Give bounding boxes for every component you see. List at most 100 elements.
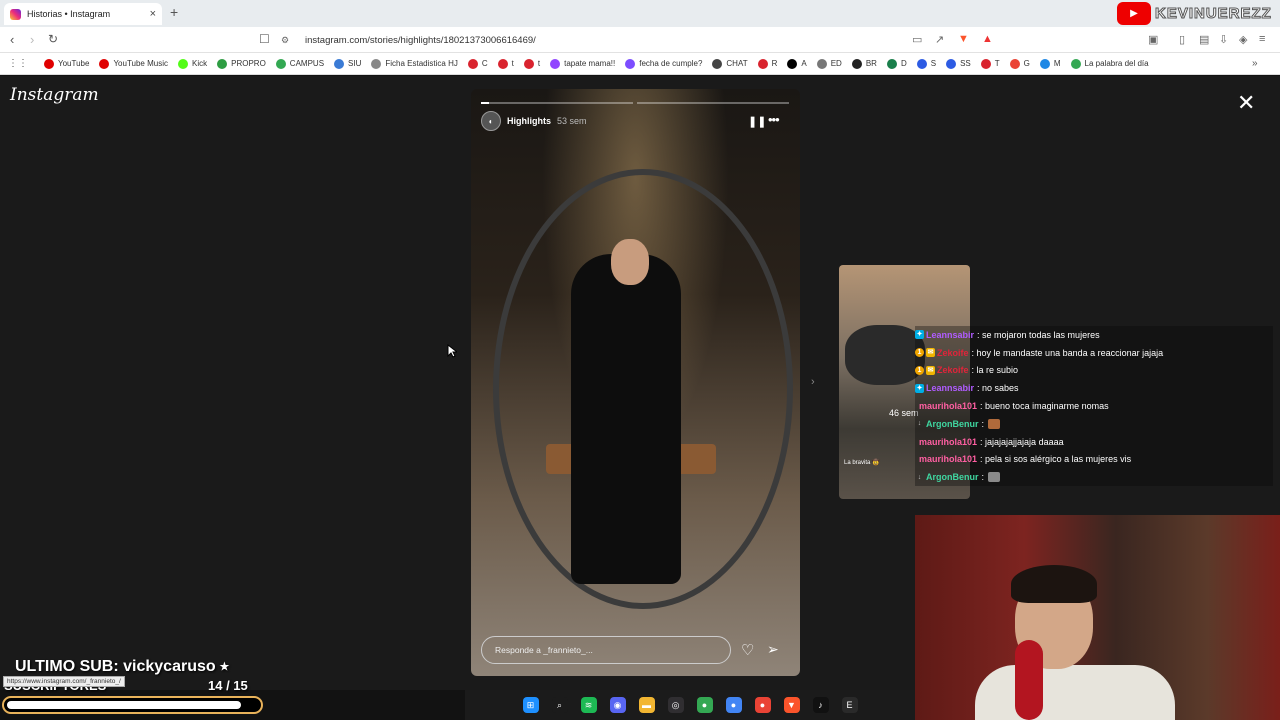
heart-icon[interactable]: ♡ bbox=[741, 641, 754, 659]
address-bar[interactable]: ⚙ instagram.com/stories/highlights/18021… bbox=[281, 30, 998, 50]
wallet-icon[interactable]: ▤ bbox=[1199, 33, 1209, 46]
bookmarks-overflow-icon[interactable]: » bbox=[1252, 58, 1258, 69]
gift-badge-icon: 1 bbox=[915, 365, 924, 375]
send-icon[interactable]: ➢ bbox=[767, 641, 779, 658]
tab-instagram[interactable]: Historias • Instagram × bbox=[4, 3, 162, 25]
bookmark-favicon-icon bbox=[851, 58, 862, 69]
bookmark-item[interactable]: YouTube Music bbox=[99, 58, 168, 69]
bookmark-item[interactable]: BR bbox=[851, 58, 877, 69]
bookmark-item[interactable]: SS bbox=[946, 58, 971, 69]
back-icon[interactable]: ‹ bbox=[10, 32, 14, 47]
close-story-icon[interactable]: ✕ bbox=[1237, 90, 1255, 116]
bookmark-item[interactable]: YouTube bbox=[44, 58, 89, 69]
pause-icon[interactable]: ❚❚ bbox=[748, 115, 766, 128]
bookmark-item[interactable]: R bbox=[757, 58, 777, 69]
bookmark-item[interactable]: t bbox=[497, 58, 514, 69]
bookmark-label: La palabra del día bbox=[1084, 59, 1149, 68]
tiktok-icon[interactable]: ♪ bbox=[812, 697, 829, 713]
chat-text: : bbox=[981, 472, 985, 483]
bookmark-page-icon[interactable]: ☐ bbox=[259, 32, 270, 46]
bookmark-item[interactable]: T bbox=[980, 58, 1000, 69]
chat-message: 1 ✉ Zekoife: hoy le mandaste una banda a r… bbox=[915, 344, 1273, 362]
obs-icon[interactable]: ◎ bbox=[667, 697, 684, 713]
chat-text: : pela si sos alérgico a las mujeres vis bbox=[980, 454, 1132, 465]
chrome-alt-icon[interactable]: ● bbox=[725, 697, 742, 713]
subs-goal-fill bbox=[7, 701, 242, 709]
share-icon[interactable]: ↗ bbox=[935, 33, 944, 46]
chat-message: ✦ Leannsabir: no sabes bbox=[915, 379, 1273, 397]
next-story-icon[interactable]: › bbox=[811, 376, 815, 388]
bookmark-favicon-icon bbox=[334, 58, 345, 69]
menu-icon[interactable]: ≡ bbox=[1259, 33, 1265, 45]
brave-icon[interactable]: ▼ bbox=[783, 697, 800, 713]
prime-badge-icon: ✦ bbox=[915, 330, 924, 340]
spotify-icon[interactable]: ≋ bbox=[580, 697, 597, 713]
windows-start-icon[interactable]: ⊞ bbox=[522, 697, 539, 713]
epic-games-icon[interactable]: E bbox=[841, 697, 858, 713]
bookmark-item[interactable]: CAMPUS bbox=[275, 58, 324, 69]
bookmark-item[interactable]: tapate mama!! bbox=[550, 58, 615, 69]
story-progress-segment-1 bbox=[481, 102, 633, 104]
avatar[interactable]: ◐ bbox=[481, 111, 501, 131]
forward-icon[interactable]: › bbox=[30, 32, 34, 47]
bookmark-item[interactable]: C bbox=[467, 58, 488, 69]
site-info-icon[interactable]: ⚙ bbox=[281, 35, 291, 46]
chat-message: maurihola101: pela si sos alérgico a las… bbox=[915, 451, 1273, 469]
bookmark-label: t bbox=[511, 59, 514, 68]
cast-icon[interactable]: ▭ bbox=[912, 33, 922, 46]
bookmark-label: D bbox=[900, 59, 907, 68]
bookmarks-bar: ⋮⋮ YouTube YouTube Music Kick PROPRO CAMPUS S… bbox=[0, 53, 1280, 75]
bookmark-item[interactable]: G bbox=[1009, 58, 1030, 69]
bookmark-item[interactable]: CHAT bbox=[712, 58, 748, 69]
bookmark-favicon-icon bbox=[371, 58, 382, 69]
bookmark-item[interactable]: Ficha Estadistica HJ bbox=[371, 58, 458, 69]
bookmark-item[interactable]: La palabra del día bbox=[1070, 58, 1149, 69]
more-options-icon[interactable]: ••• bbox=[768, 112, 780, 127]
bookmark-favicon-icon bbox=[178, 58, 188, 69]
bookmark-item[interactable]: Kick bbox=[178, 58, 207, 69]
sub-badge-icon: ✉ bbox=[926, 365, 935, 375]
bookmark-label: G bbox=[1023, 59, 1030, 68]
tab-close-icon[interactable]: × bbox=[150, 8, 156, 20]
bookmark-favicon-icon bbox=[99, 58, 110, 69]
bookmark-item[interactable]: A bbox=[787, 58, 807, 69]
bookmark-item[interactable]: D bbox=[886, 58, 907, 69]
bookmark-item[interactable]: fecha de cumple? bbox=[625, 58, 702, 69]
brave-rewards-icon[interactable]: ▲ bbox=[982, 33, 993, 45]
story-frame[interactable]: ◐ Highlights 53 sem ❚❚ ••• Responde a _f… bbox=[471, 89, 800, 676]
chrome-icon[interactable]: ● bbox=[696, 697, 713, 713]
windows-taskbar: ⊞ ⌕ ≋ ◉ ▬ ◎ ● ● ● ▼ ♪ E bbox=[465, 690, 915, 720]
brave-shield-icon[interactable]: ▼ bbox=[958, 33, 969, 45]
sidebar-icon[interactable]: ▯ bbox=[1179, 33, 1185, 46]
downloads-icon[interactable]: ⇩ bbox=[1219, 33, 1228, 46]
bookmark-label: YouTube Music bbox=[113, 59, 168, 68]
link-status-tooltip: https://www.instagram.com/_frannieto_/ bbox=[3, 676, 125, 687]
reload-icon[interactable]: ↻ bbox=[48, 32, 58, 46]
reply-input[interactable]: Responde a _frannieto_... bbox=[481, 636, 731, 664]
chrome-alt2-icon[interactable]: ● bbox=[754, 697, 771, 713]
story-photo bbox=[471, 89, 800, 676]
bookmark-item[interactable]: S bbox=[916, 58, 936, 69]
bookmark-item[interactable]: t bbox=[523, 58, 540, 69]
chat-message: ↓ ArgonBenur : bbox=[915, 415, 1273, 433]
instagram-logo[interactable]: Instagram bbox=[10, 85, 99, 105]
bookmark-label: ED bbox=[830, 59, 842, 68]
story-title[interactable]: Highlights bbox=[507, 116, 551, 126]
new-tab-button[interactable]: + bbox=[170, 4, 178, 20]
vpn-icon[interactable]: ◈ bbox=[1239, 33, 1247, 46]
chat-emote-icon bbox=[988, 472, 1001, 483]
chat-username: ArgonBenur bbox=[926, 418, 979, 429]
bookmark-item[interactable]: PROPRO bbox=[217, 58, 266, 69]
bookmark-item[interactable]: SIU bbox=[334, 58, 361, 69]
last-sub-label: ULTIMO SUB: vickycaruso ⭑ bbox=[15, 658, 229, 675]
bookmark-favicon-icon bbox=[217, 58, 228, 69]
file-explorer-icon[interactable]: ▬ bbox=[638, 697, 655, 713]
apps-grid-icon[interactable]: ⋮⋮ bbox=[8, 58, 28, 69]
streamer-hair bbox=[1011, 565, 1097, 603]
chat-message: maurihola101: bueno toca imaginarme noma… bbox=[915, 397, 1273, 415]
bookmark-item[interactable]: ED bbox=[816, 58, 842, 69]
bookmark-item[interactable]: M bbox=[1039, 58, 1061, 69]
extensions-icon[interactable]: ▣ bbox=[1148, 33, 1158, 46]
discord-icon[interactable]: ◉ bbox=[609, 697, 626, 713]
search-icon[interactable]: ⌕ bbox=[551, 697, 568, 713]
